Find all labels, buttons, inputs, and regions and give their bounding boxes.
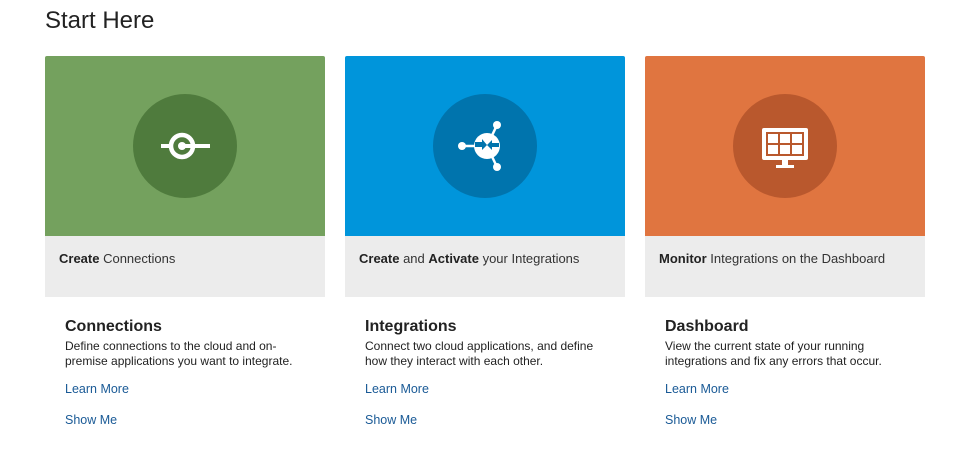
page-title: Start Here — [45, 7, 155, 34]
caption-text: Connections — [99, 251, 176, 266]
connections-caption: Create Connections — [45, 236, 325, 297]
caption-bold: Monitor — [659, 251, 707, 266]
connections-body: Connections Define connections to the cl… — [45, 297, 325, 428]
dashboard-learn-more-link[interactable]: Learn More — [665, 381, 905, 397]
connections-show-me-link[interactable]: Show Me — [65, 412, 305, 428]
integrations-caption: Create and Activate your Integrations — [345, 236, 625, 297]
integrations-heading: Integrations — [365, 318, 457, 335]
connections-hero[interactable] — [45, 56, 325, 236]
caption-text-2: your Integrations — [478, 251, 580, 266]
caption-bold: Create — [59, 251, 100, 266]
connections-heading: Connections — [65, 318, 162, 335]
connections-icon-circle — [133, 94, 237, 198]
caption-bold-2: Activate — [428, 251, 479, 266]
integrations-hero[interactable] — [345, 56, 625, 236]
connections-card: Create Connections Connections Define co… — [45, 56, 325, 428]
integrations-learn-more-link[interactable]: Learn More — [365, 381, 605, 397]
integrations-icon-circle — [433, 94, 537, 198]
connections-description: Define connections to the cloud and on-p… — [65, 339, 293, 368]
dashboard-caption: Monitor Integrations on the Dashboard — [645, 236, 925, 297]
caption-text: and — [399, 251, 429, 266]
caption-text: Integrations on the Dashboard — [706, 251, 886, 266]
dashboard-icon-circle — [733, 94, 837, 198]
integrations-body: Integrations Connect two cloud applicati… — [345, 297, 625, 428]
start-here-page: Start Here Create Connections Connection… — [0, 0, 964, 474]
monitor-dashboard-icon — [762, 128, 808, 168]
dashboard-card: Monitor Integrations on the Dashboard Da… — [645, 56, 925, 428]
integrations-description: Connect two cloud applications, and defi… — [365, 339, 594, 368]
dashboard-heading: Dashboard — [665, 318, 749, 335]
integration-hub-icon — [458, 121, 501, 171]
dashboard-hero[interactable] — [645, 56, 925, 236]
dashboard-show-me-link[interactable]: Show Me — [665, 412, 905, 428]
caption-bold: Create — [359, 251, 400, 266]
connections-learn-more-link[interactable]: Learn More — [65, 381, 305, 397]
integrations-card: Create and Activate your Integrations In… — [345, 56, 625, 428]
dashboard-body: Dashboard View the current state of your… — [645, 297, 925, 428]
dashboard-description: View the current state of your running i… — [665, 339, 882, 368]
plug-connection-icon — [161, 132, 210, 160]
integrations-show-me-link[interactable]: Show Me — [365, 412, 605, 428]
